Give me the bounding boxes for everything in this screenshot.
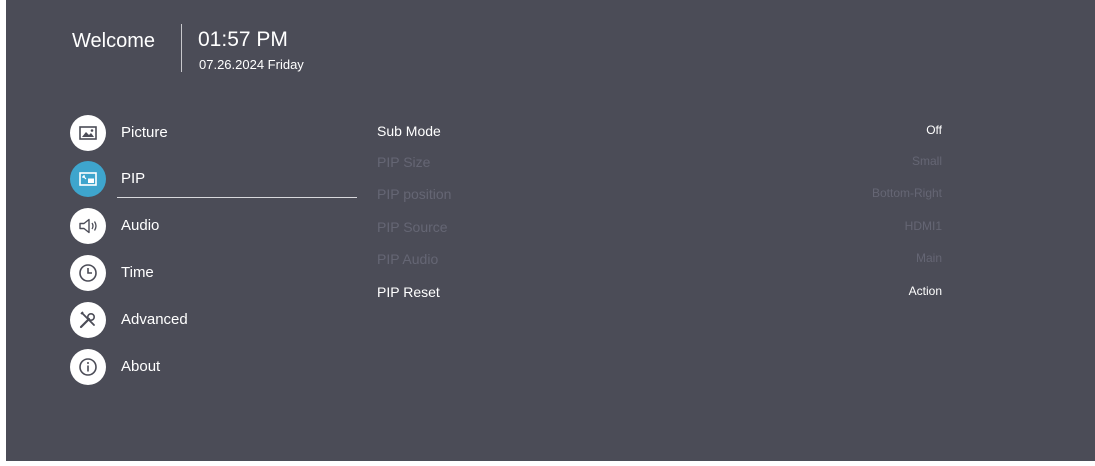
pip-icon [70,161,106,197]
info-icon [70,349,106,385]
clock-icon [70,255,106,291]
setting-pip-size: PIP Size Small [377,151,945,173]
menu-item-advanced[interactable]: Advanced [70,302,370,338]
setting-value: Action [908,284,942,298]
menu-item-time[interactable]: Time [70,255,370,291]
setting-value: Bottom-Right [871,186,942,200]
setting-value: Main [915,251,942,265]
setting-pip-audio: PIP Audio Main [377,248,945,270]
menu-label: Audio [121,217,160,234]
settings-screen: Welcome 01:57 PM 07.26.2024 Friday Pictu… [6,0,1095,461]
header-divider [181,24,182,72]
setting-value: Off [926,123,942,137]
speaker-icon [70,208,106,244]
setting-pip-position: PIP position Bottom-Right [377,183,945,205]
picture-icon [70,115,106,151]
setting-label: PIP Source [377,219,448,235]
menu-label: PIP [121,170,146,187]
menu-label: Advanced [121,311,188,328]
setting-label: PIP position [377,186,452,202]
setting-label: PIP Size [377,154,431,170]
menu-item-pip[interactable]: PIP [70,161,370,197]
setting-sub-mode[interactable]: Sub Mode Off [377,120,945,142]
setting-label: PIP Audio [377,251,439,267]
setting-pip-reset[interactable]: PIP Reset Action [377,281,945,303]
clock-date: 07.26.2024 Friday [199,57,304,72]
menu-item-about[interactable]: About [70,349,370,385]
setting-value: HDMI1 [904,219,942,233]
tools-icon [70,302,106,338]
menu-item-picture[interactable]: Picture [70,115,370,151]
welcome-title: Welcome [72,30,155,52]
menu-label: About [121,358,161,375]
setting-value: Small [911,154,942,168]
menu-label: Time [121,264,154,281]
menu-item-audio[interactable]: Audio [70,208,370,244]
setting-label: PIP Reset [377,284,440,300]
active-menu-underline [117,197,357,198]
menu-label: Picture [121,124,168,141]
clock-time: 01:57 PM [198,28,288,51]
setting-pip-source: PIP Source HDMI1 [377,216,945,238]
setting-label: Sub Mode [377,123,441,139]
